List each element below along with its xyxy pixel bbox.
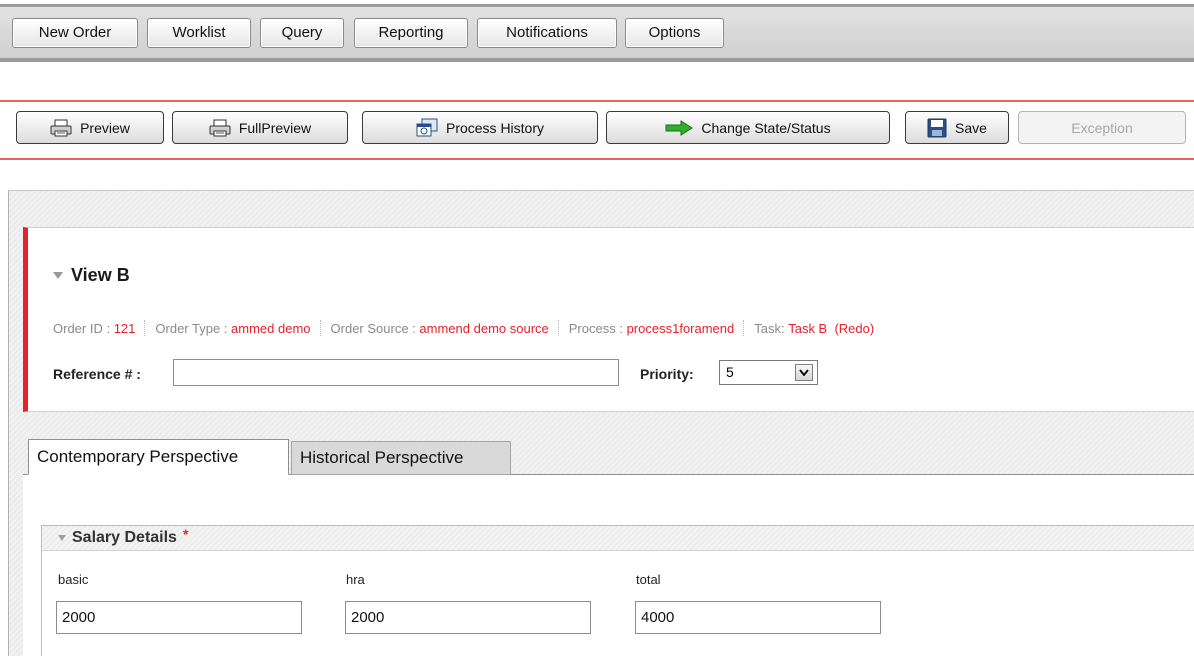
process-history-button[interactable]: Process History: [362, 111, 598, 144]
salary-details-header: [42, 526, 1194, 551]
preview-label: Preview: [80, 119, 130, 136]
printer-icon: [209, 119, 231, 137]
basic-input[interactable]: [56, 601, 302, 634]
collapse-triangle-icon: [58, 535, 66, 541]
floppy-disk-icon: [927, 118, 947, 138]
meta-separator: [743, 320, 745, 336]
task-label: Task:: [754, 320, 785, 336]
exception-button[interactable]: Exception: [1018, 111, 1186, 144]
order-source-value: ammend demo source: [419, 320, 549, 336]
meta-separator: [557, 320, 560, 336]
total-input[interactable]: [635, 601, 881, 634]
toolbar-divider-bottom: [0, 158, 1194, 160]
required-mark: *: [182, 526, 189, 542]
order-id-label: Order ID :: [53, 320, 111, 336]
nav-tab-new-order[interactable]: New Order: [12, 18, 138, 48]
change-state-label: Change State/Status: [701, 119, 831, 136]
process-value: process1foramend: [626, 320, 735, 336]
salary-details-title-text: Salary Details: [72, 529, 177, 546]
nav-tab-query[interactable]: Query: [260, 18, 344, 48]
exception-label: Exception: [1071, 119, 1133, 136]
priority-select[interactable]: 5: [719, 360, 818, 385]
hra-input[interactable]: [345, 601, 591, 634]
priority-value: 5: [726, 364, 734, 380]
nav-divider-bottom: [0, 58, 1194, 62]
toolbar-divider-top: [0, 100, 1194, 102]
process-label: Process :: [568, 320, 623, 336]
top-navigation: New Order Worklist Query Reporting Notif…: [0, 0, 1194, 70]
nav-tab-options[interactable]: Options: [625, 18, 724, 48]
salary-details-title[interactable]: Salary Details *: [58, 526, 189, 547]
reference-label: Reference # :: [53, 366, 141, 382]
change-state-button[interactable]: Change State/Status: [606, 111, 890, 144]
printer-icon: [50, 119, 72, 137]
preview-button[interactable]: Preview: [16, 111, 164, 144]
meta-separator: [319, 320, 322, 336]
priority-label: Priority:: [640, 366, 694, 382]
tab-historical-perspective[interactable]: Historical Perspective: [291, 441, 511, 475]
meta-separator: [144, 320, 146, 336]
full-preview-button[interactable]: FullPreview: [172, 111, 348, 144]
full-preview-label: FullPreview: [238, 119, 312, 136]
nav-tab-notifications[interactable]: Notifications: [477, 18, 617, 48]
save-button[interactable]: Save: [905, 111, 1009, 144]
green-arrow-icon: [665, 119, 694, 136]
hra-label: hra: [346, 572, 365, 587]
reference-input[interactable]: [173, 359, 619, 386]
process-history-label: Process History: [445, 119, 545, 136]
save-label: Save: [955, 119, 987, 136]
nav-tab-worklist[interactable]: Worklist: [147, 18, 251, 48]
order-type-label: Order Type :: [155, 320, 228, 336]
basic-label: basic: [58, 572, 89, 587]
order-source-label: Order Source :: [330, 320, 416, 336]
task-value: Task B (Redo): [788, 320, 875, 336]
tab-contemporary-perspective[interactable]: Contemporary Perspective: [28, 439, 289, 475]
nav-tab-reporting[interactable]: Reporting: [354, 18, 468, 48]
view-title[interactable]: View B: [53, 265, 130, 286]
history-windows-icon: [416, 118, 438, 138]
total-label: total: [636, 572, 661, 587]
collapse-triangle-icon: [53, 272, 63, 279]
chevron-down-icon[interactable]: [795, 364, 813, 381]
order-type-value: ammed demo: [231, 320, 311, 336]
view-title-text: View B: [71, 265, 130, 285]
order-id-value: 121: [113, 320, 136, 336]
order-meta-row: Order ID : 121 Order Type : ammed demo O…: [53, 320, 874, 336]
